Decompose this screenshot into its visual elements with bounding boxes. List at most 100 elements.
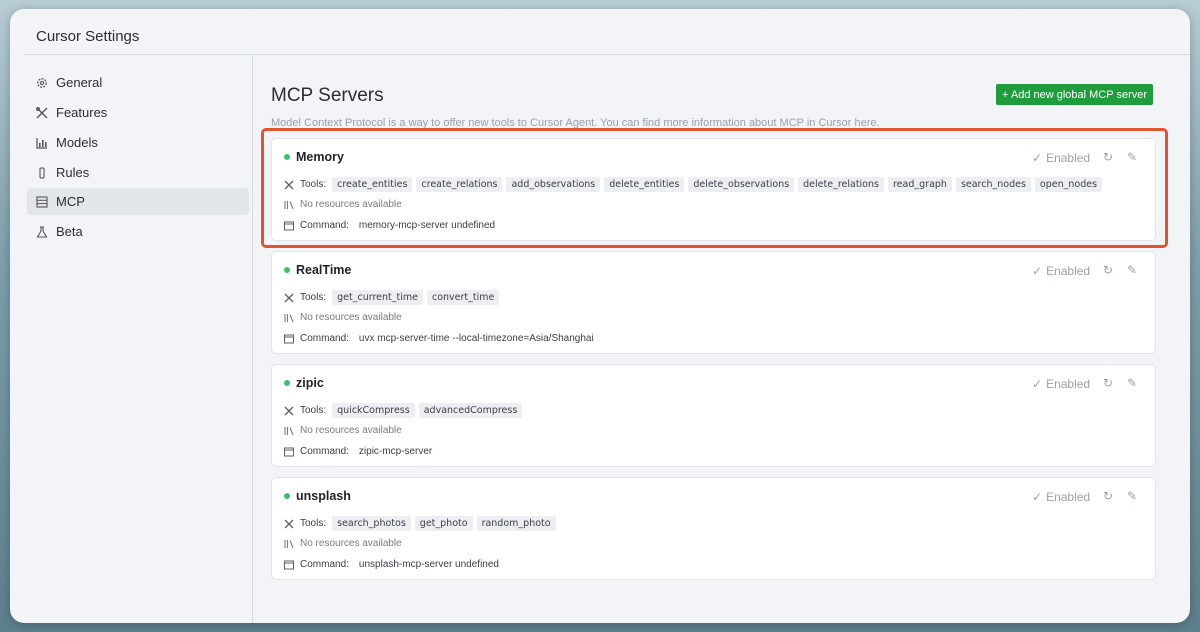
enabled-toggle[interactable]: ✓Enabled (1032, 264, 1090, 278)
tool-chip: create_relations (416, 177, 502, 192)
server-card-memory: Memory ✓ Enabled ↻ ✎ Tools: create_entiti… (271, 138, 1156, 241)
terminal-icon (284, 221, 296, 231)
edit-icon[interactable]: ✎ (1127, 264, 1139, 276)
no-resources-text: No resources available (300, 199, 402, 210)
command-label: Command: (300, 220, 349, 231)
server-icon (35, 195, 49, 209)
check-icon: ✓ (1032, 264, 1042, 278)
no-resources-text: No resources available (300, 312, 402, 323)
refresh-icon[interactable]: ↻ (1103, 490, 1115, 502)
status-dot (284, 154, 290, 160)
edit-icon[interactable]: ✎ (1127, 490, 1139, 502)
tool-chip: add_observations (506, 177, 600, 192)
sidebar-item-general[interactable]: General (27, 69, 249, 96)
flask-icon (35, 225, 49, 239)
tools-icon (284, 180, 296, 190)
resources-row: No resources available (284, 312, 402, 323)
tool-chip: create_entities (332, 177, 412, 192)
tool-chip: delete_observations (688, 177, 794, 192)
sidebar-item-label: Models (56, 135, 98, 150)
tool-chip: random_photo (477, 516, 556, 531)
tools-row: Tools: quickCompress advancedCompress (284, 403, 526, 418)
tool-chip: search_nodes (956, 177, 1031, 192)
sidebar-item-label: General (56, 75, 102, 90)
sidebar-item-label: Beta (56, 224, 83, 239)
refresh-icon[interactable]: ↻ (1103, 377, 1115, 389)
command-value: uvx mcp-server-time --local-timezone=Asi… (359, 333, 594, 344)
enabled-label: Enabled (1046, 151, 1090, 165)
enabled-label: Enabled (1046, 377, 1090, 391)
refresh-icon[interactable]: ↻ (1103, 151, 1115, 163)
tools-icon (35, 106, 49, 120)
tools-label: Tools: (300, 179, 326, 190)
tools-label: Tools: (300, 518, 326, 529)
check-icon: ✓ (1032, 490, 1042, 504)
terminal-icon (284, 334, 296, 344)
tools-row: Tools: create_entities create_relations … (284, 177, 1106, 192)
tool-chip: open_nodes (1035, 177, 1102, 192)
sidebar-item-models[interactable]: Models (27, 129, 249, 156)
server-name: zipic (296, 376, 324, 390)
tool-chip: advancedCompress (419, 403, 523, 418)
intro-text: Model Context Protocol is a way to offer… (271, 117, 991, 129)
status-dot (284, 380, 290, 386)
library-icon (284, 200, 296, 210)
sidebar-item-features[interactable]: Features (27, 99, 249, 126)
enabled-label: Enabled (1046, 490, 1090, 504)
edit-icon[interactable]: ✎ (1127, 151, 1139, 163)
server-card-unsplash: unsplash ✓ Enabled ↻ ✎ Tools: search_phot… (271, 477, 1156, 580)
file-icon (35, 166, 49, 180)
resources-row: No resources available (284, 425, 402, 436)
command-value: unsplash-mcp-server undefined (359, 559, 499, 570)
server-name: Memory (296, 150, 344, 164)
command-label: Command: (300, 333, 349, 344)
tool-chip: search_photos (332, 516, 411, 531)
tool-chip: delete_relations (798, 177, 884, 192)
enabled-toggle[interactable]: ✓ Enabled (1032, 151, 1090, 165)
sidebar-item-mcp[interactable]: MCP (27, 188, 249, 215)
command-row: Command: memory-mcp-server undefined (284, 220, 495, 231)
server-name: unsplash (296, 489, 351, 503)
settings-window: Cursor Settings General Features Models … (10, 9, 1190, 623)
enabled-toggle[interactable]: ✓ Enabled (1032, 490, 1090, 504)
server-name: RealTime (296, 263, 351, 277)
sidebar-item-beta[interactable]: Beta (27, 218, 249, 245)
tool-chip: get_photo (415, 516, 473, 531)
command-label: Command: (300, 559, 349, 570)
sidebar-item-rules[interactable]: Rules (27, 159, 249, 186)
refresh-icon[interactable]: ↻ (1103, 264, 1115, 276)
window-title: Cursor Settings (36, 28, 139, 45)
terminal-icon (284, 560, 296, 570)
terminal-icon (284, 447, 296, 457)
library-icon (284, 539, 296, 549)
tool-chip: delete_entities (604, 177, 684, 192)
sidebar-item-label: Rules (56, 165, 89, 180)
sidebar-item-label: MCP (56, 194, 85, 209)
server-card-zipic: zipic ✓Enabled ↻ ✎ Tools: quickCompress … (271, 364, 1156, 467)
sidebar-item-label: Features (56, 105, 107, 120)
tools-row: Tools: search_photos get_photo random_ph… (284, 516, 560, 531)
library-icon (284, 313, 296, 323)
command-label: Command: (300, 446, 349, 457)
tool-chip: quickCompress (332, 403, 415, 418)
enabled-toggle[interactable]: ✓Enabled (1032, 377, 1090, 391)
tool-chip: get_current_time (332, 290, 423, 305)
status-dot (284, 267, 290, 273)
library-icon (284, 426, 296, 436)
page-title: MCP Servers (271, 85, 384, 107)
main-content: MCP Servers + Add new global MCP server … (254, 56, 1190, 623)
gear-icon (35, 76, 49, 90)
no-resources-text: No resources available (300, 538, 402, 549)
server-card-realtime: RealTime ✓Enabled ↻ ✎ Tools: get_current… (271, 251, 1156, 354)
check-icon: ✓ (1032, 151, 1042, 165)
resources-row: No resources available (284, 538, 402, 549)
sidebar: General Features Models Rules MCP (24, 56, 253, 623)
edit-icon[interactable]: ✎ (1127, 377, 1139, 389)
tool-chip: read_graph (888, 177, 952, 192)
command-value: zipic-mcp-server (359, 446, 432, 457)
add-global-mcp-server-button[interactable]: + Add new global MCP server (996, 84, 1153, 105)
tool-chip: convert_time (427, 290, 499, 305)
command-value: memory-mcp-server undefined (359, 220, 495, 231)
tools-row: Tools: get_current_time convert_time (284, 290, 503, 305)
command-row: Command: zipic-mcp-server (284, 446, 432, 457)
